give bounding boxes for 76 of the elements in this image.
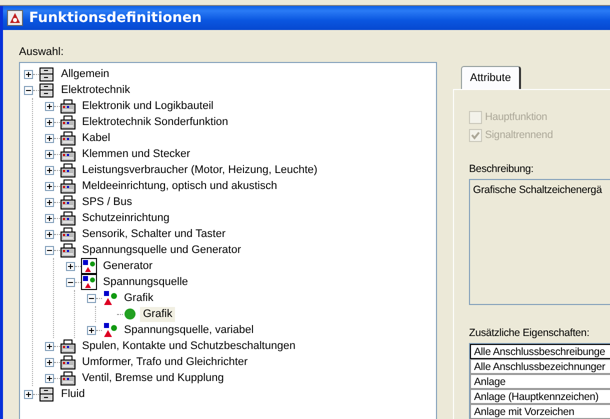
expand-toggle[interactable]: [87, 326, 96, 334]
printer-icon: [60, 226, 76, 242]
tree-item[interactable]: Elektrotechnik Sonderfunktion: [79, 114, 232, 130]
tree-item[interactable]: Leistungsverbraucher (Motor, Heizung, Leuchte): [79, 162, 320, 178]
cabinet-icon: [39, 66, 55, 82]
expand-toggle[interactable]: [45, 150, 54, 158]
printer-icon: [60, 114, 76, 130]
list-item[interactable]: Anlage (Hauptkennzeichen): [470, 388, 610, 404]
tree-item[interactable]: Fluid: [58, 386, 88, 402]
shapes-icon: [102, 290, 118, 306]
printer-icon: [60, 194, 76, 210]
properties-label: Zusätzliche Eigenschaften:: [469, 326, 590, 339]
tree-item[interactable]: Grafik: [121, 290, 156, 306]
list-item[interactable]: Alle Anschlussbezeichnunger: [470, 358, 610, 374]
collapse-toggle[interactable]: [66, 278, 75, 286]
cabinet-icon: [39, 82, 55, 98]
expand-toggle[interactable]: [45, 198, 54, 206]
checkbox-label: Signaltrennend: [485, 129, 553, 142]
expand-toggle[interactable]: [24, 70, 33, 78]
collapse-toggle[interactable]: [24, 86, 33, 94]
shapes-icon: [81, 274, 97, 290]
list-item[interactable]: Anlage mit Vorzeichen: [470, 404, 610, 419]
tree-item[interactable]: Kabel: [79, 130, 114, 146]
tree-item[interactable]: Meldeeinrichtung, optisch und akustisch: [79, 178, 280, 194]
tree-item[interactable]: Spannungsquelle und Generator: [79, 242, 244, 258]
expand-toggle[interactable]: [45, 182, 54, 190]
circle-icon: [123, 307, 137, 321]
expand-toggle[interactable]: [45, 166, 54, 174]
tree-item[interactable]: Grafik: [140, 306, 176, 322]
collapse-toggle[interactable]: [45, 246, 54, 254]
window-title: Funktionsdefinitionen: [29, 10, 202, 26]
tab[interactable]: Attribute: [461, 66, 521, 89]
printer-icon: [60, 370, 76, 386]
expand-toggle[interactable]: [24, 390, 33, 398]
tree-item[interactable]: SPS / Bus: [79, 194, 136, 210]
tree-item[interactable]: Sensorik, Schalter und Taster: [79, 226, 228, 242]
description-label: Beschreibung:: [469, 162, 535, 175]
tree-item[interactable]: Generator: [100, 258, 156, 274]
list-item[interactable]: Alle Anschlussbeschreibunge: [470, 344, 610, 359]
tree-item[interactable]: Ventil, Bremse und Kupplung: [79, 370, 227, 386]
tree-item[interactable]: Spannungsquelle, variabel: [121, 322, 257, 338]
tree-item[interactable]: Umformer, Trafo und Gleichrichter: [79, 354, 251, 370]
checkbox-label: Hauptfunktion: [485, 111, 548, 124]
printer-icon: [60, 210, 76, 226]
printer-icon: [60, 354, 76, 370]
tree-item[interactable]: Elektronik und Logikbauteil: [79, 98, 216, 114]
selection-label: Auswahl:: [19, 46, 65, 58]
expand-toggle[interactable]: [45, 358, 54, 366]
cabinet-icon: [39, 386, 55, 402]
printer-icon: [60, 338, 76, 354]
printer-icon: [60, 178, 76, 194]
shapes-icon: [81, 258, 97, 274]
app-icon: [7, 10, 23, 26]
collapse-toggle[interactable]: [87, 294, 96, 302]
list-item[interactable]: Anlage: [470, 374, 610, 389]
tree-item[interactable]: Schutzeinrichtung: [79, 210, 172, 226]
tree-item[interactable]: Elektrotechnik: [58, 82, 134, 98]
printer-icon: [60, 98, 76, 114]
printer-icon: [60, 146, 76, 162]
tree-item[interactable]: Spannungsquelle: [100, 274, 192, 290]
shapes-icon: [102, 322, 118, 338]
expand-toggle[interactable]: [66, 262, 75, 270]
tree-item[interactable]: Spulen, Kontakte und Schutzbeschaltungen: [79, 338, 298, 354]
tree-item[interactable]: Allgemein: [58, 66, 112, 82]
expand-toggle[interactable]: [45, 342, 54, 350]
expand-toggle[interactable]: [45, 134, 54, 142]
printer-icon: [60, 130, 76, 146]
expand-toggle[interactable]: [45, 118, 54, 126]
expand-toggle[interactable]: [45, 230, 54, 238]
description-field[interactable]: Grafische Schaltzeichenergä: [469, 178, 610, 305]
expand-toggle[interactable]: [45, 374, 54, 382]
printer-icon: [60, 162, 76, 178]
tree-item[interactable]: Klemmen und Stecker: [79, 146, 194, 162]
expand-toggle[interactable]: [45, 214, 54, 222]
expand-toggle[interactable]: [45, 102, 54, 110]
printer-icon: [60, 242, 76, 258]
